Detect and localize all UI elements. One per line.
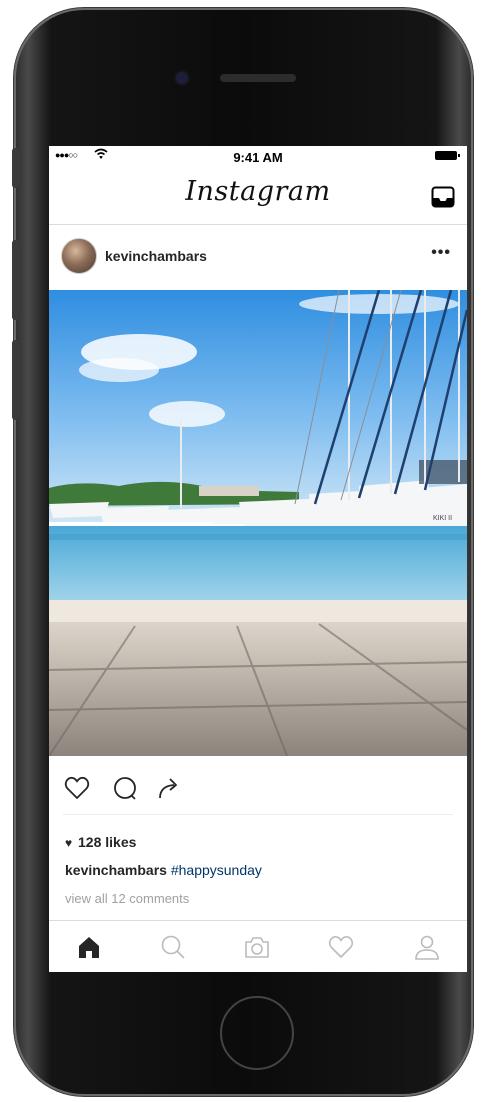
volume-down-button xyxy=(12,340,20,420)
boat-name-label: KIKI II xyxy=(433,515,452,522)
mute-switch xyxy=(12,148,20,188)
share-arrow-icon[interactable] xyxy=(155,774,183,802)
camera-icon[interactable] xyxy=(243,933,271,961)
action-divider xyxy=(63,814,453,815)
app-header: Instagram xyxy=(49,168,467,225)
heart-outline-icon[interactable] xyxy=(63,774,91,802)
profile-icon[interactable] xyxy=(413,933,441,961)
likes-count[interactable]: ♥ 128 likes xyxy=(65,834,136,850)
inbox-icon[interactable] xyxy=(431,186,455,208)
caption-username[interactable]: kevinchambars xyxy=(65,862,167,878)
avatar[interactable] xyxy=(61,238,97,274)
post-username[interactable]: kevinchambars xyxy=(105,248,207,264)
view-comments-link[interactable]: view all 12 comments xyxy=(65,891,189,906)
instagram-logo: Instagram xyxy=(185,176,331,207)
caption-hashtag[interactable]: #happysunday xyxy=(171,862,262,878)
post-photo[interactable]: KIKI II xyxy=(49,290,467,756)
more-icon[interactable]: ••• xyxy=(431,244,451,262)
front-camera xyxy=(176,72,188,84)
post-action-bar xyxy=(49,770,467,810)
battery-icon xyxy=(435,151,460,160)
comment-bubble-icon[interactable] xyxy=(111,774,139,802)
heart-filled-icon: ♥ xyxy=(65,836,73,850)
status-time: 9:41 AM xyxy=(233,150,283,165)
heart-outline-icon[interactable] xyxy=(327,933,355,961)
likes-label: 128 likes xyxy=(78,834,137,850)
screen: ●●●○○ 9:41 AM Instagram kevinchambars ••… xyxy=(49,146,467,972)
earpiece-speaker xyxy=(220,74,296,82)
home-button[interactable] xyxy=(220,996,294,1070)
volume-up-button xyxy=(12,240,20,320)
status-bar: ●●●○○ 9:41 AM xyxy=(49,146,467,168)
post-header: kevinchambars ••• xyxy=(49,226,467,288)
home-icon[interactable] xyxy=(75,933,103,961)
post-caption: kevinchambars #happysunday xyxy=(65,862,262,878)
bottom-tab-bar xyxy=(49,920,467,972)
search-icon[interactable] xyxy=(159,933,187,961)
